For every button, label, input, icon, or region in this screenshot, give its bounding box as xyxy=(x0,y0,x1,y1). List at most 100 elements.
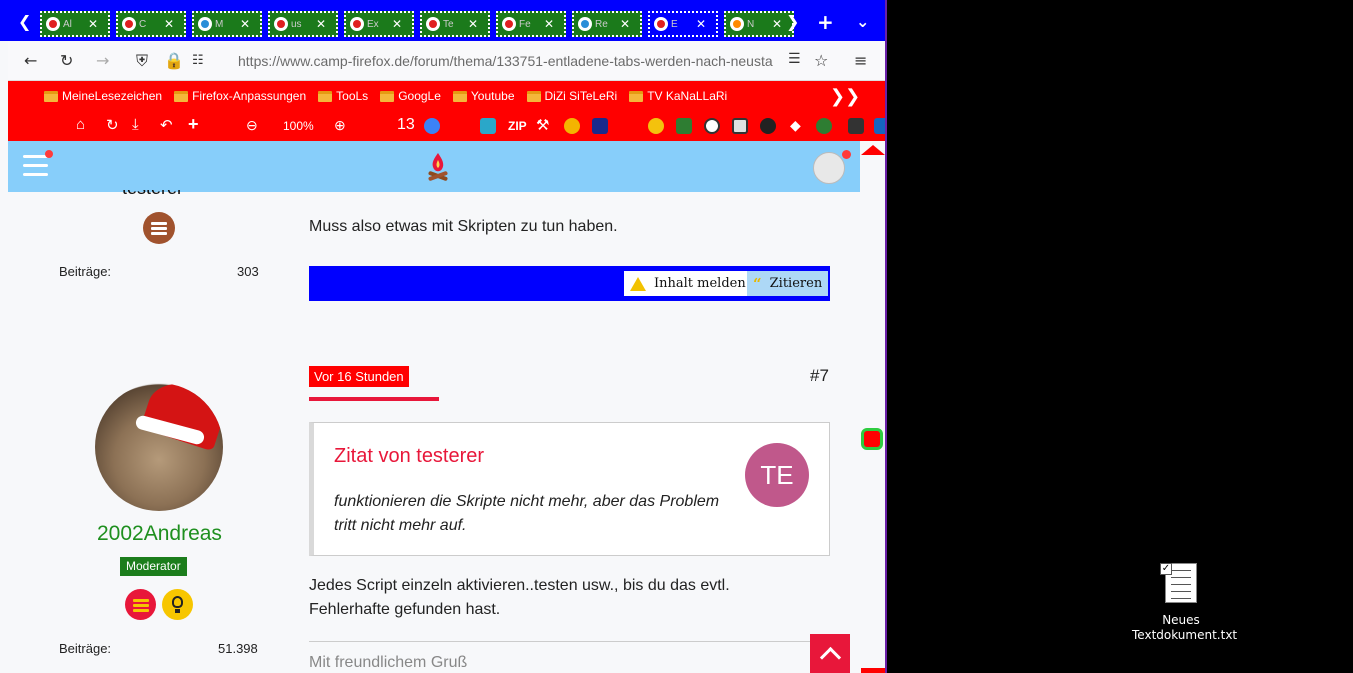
bookmark-folder[interactable]: TooLs xyxy=(318,89,368,103)
tab[interactable]: us ✕ xyxy=(268,11,338,37)
bookmark-folder[interactable]: TV KaNaLLaRi xyxy=(629,89,727,103)
user-avatar[interactable] xyxy=(813,152,845,184)
posts-label: Beiträge: xyxy=(59,641,112,656)
tab-title: Fe xyxy=(519,18,531,30)
badge-plus-icon[interactable] xyxy=(816,118,832,134)
scroll-up-icon[interactable] xyxy=(861,145,885,155)
bookmark-label: DiZi SiTeLeRi xyxy=(544,89,618,103)
tab-close-icon[interactable]: ✕ xyxy=(696,17,706,31)
page-icon xyxy=(426,17,440,31)
campfire-logo-icon[interactable] xyxy=(427,151,449,183)
list-all-tabs-icon[interactable]: ⌄ xyxy=(856,12,869,31)
tab-active[interactable]: E ✕ xyxy=(648,11,718,37)
lock-icon[interactable]: 🔒 xyxy=(164,51,184,70)
save-icon[interactable] xyxy=(732,118,748,134)
quoted-user-avatar[interactable]: TE xyxy=(745,443,809,507)
signature-text: Mit freundlichem Gruß xyxy=(309,654,468,671)
tab-close-icon[interactable]: ✕ xyxy=(164,17,174,31)
tab[interactable]: C ✕ xyxy=(116,11,186,37)
bookmark-folder[interactable]: DiZi SiTeLeRi xyxy=(526,89,618,103)
redo-icon[interactable]: ↻ xyxy=(106,116,119,134)
forward-icon[interactable]: → xyxy=(96,51,109,70)
tab-close-icon[interactable]: ✕ xyxy=(88,17,98,31)
author-avatar[interactable] xyxy=(95,383,223,511)
tab-close-icon[interactable]: ✕ xyxy=(772,17,782,31)
gem-icon[interactable] xyxy=(480,118,496,134)
tabs-scroll-left-icon[interactable]: ❮ xyxy=(18,12,31,31)
post-time-badge[interactable]: Vor 16 Stunden xyxy=(309,366,409,387)
url-field[interactable]: https://www.camp-firefox.de/forum/thema/… xyxy=(238,53,783,71)
undo-close-tab-icon[interactable]: ↶ xyxy=(160,116,173,134)
custom-toolbar: ⌂ ↻ ⤓ ↶ + ⊖ 100% ⊕ 13 ZIP ⚒ ◆ xyxy=(8,113,885,141)
tab[interactable]: Te ✕ xyxy=(420,11,490,37)
quote-label: Zitieren xyxy=(769,276,823,291)
post-number-link[interactable]: #7 xyxy=(810,366,829,386)
zip-icon[interactable]: ZIP xyxy=(508,119,527,133)
bookmark-folder[interactable]: Youtube xyxy=(452,89,515,103)
ball-icon[interactable] xyxy=(760,118,776,134)
shield-icon[interactable]: ⛨ xyxy=(136,51,148,71)
rank-badge-icon xyxy=(125,589,156,620)
tab[interactable]: Ex ✕ xyxy=(344,11,414,37)
zoom-in-icon[interactable]: ⊕ xyxy=(334,117,346,134)
settings-gear-icon[interactable] xyxy=(564,118,580,134)
emoji-icon[interactable] xyxy=(648,118,664,134)
tab-close-icon[interactable]: ✕ xyxy=(392,17,402,31)
bookmark-folder[interactable]: MeineLesezeichen xyxy=(44,89,162,103)
clock-icon[interactable] xyxy=(704,118,720,134)
bookmark-label: TV KaNaLLaRi xyxy=(647,89,728,103)
diamond-icon[interactable]: ◆ xyxy=(790,117,801,134)
reload-icon[interactable]: ↻ xyxy=(60,51,73,70)
home-icon[interactable]: ⌂ xyxy=(76,116,85,133)
tab[interactable]: Fe ✕ xyxy=(496,11,566,37)
download-icon[interactable]: ⤓ xyxy=(132,116,139,133)
tab-close-icon[interactable]: ✕ xyxy=(316,17,326,31)
permissions-icon[interactable]: ☷ xyxy=(192,53,204,68)
back-to-top-button[interactable] xyxy=(810,634,850,673)
flag-icon[interactable] xyxy=(592,118,608,134)
author-name-link[interactable]: 2002Andreas xyxy=(97,522,222,546)
hamburger-menu-icon[interactable] xyxy=(23,155,48,177)
zoom-level[interactable]: 100% xyxy=(283,119,314,133)
tab-close-icon[interactable]: ✕ xyxy=(544,17,554,31)
report-content-button[interactable]: Inhalt melden xyxy=(624,271,752,296)
bookmark-folder[interactable]: Firefox-Anpassungen xyxy=(174,89,306,103)
add-icon[interactable]: + xyxy=(188,114,199,135)
tools-icon[interactable]: ⚒ xyxy=(536,116,549,134)
bookmark-star-icon[interactable]: ☆ xyxy=(814,51,828,70)
tab-close-icon[interactable]: ✕ xyxy=(620,17,630,31)
selection-checkbox[interactable]: ✓ xyxy=(1160,563,1172,575)
back-icon[interactable]: ← xyxy=(24,51,37,70)
bookmark-label: Youtube xyxy=(470,89,515,103)
tab-close-icon[interactable]: ✕ xyxy=(468,17,478,31)
desktop-file-icon[interactable]: ✓ Neues Textdokument.txt xyxy=(1132,563,1237,643)
tab[interactable]: Al ✕ xyxy=(40,11,110,37)
reader-view-icon[interactable]: ☰ xyxy=(788,51,801,67)
bookmarks-overflow-icon[interactable]: ❯❯ xyxy=(830,86,860,107)
posts-label: Beiträge: xyxy=(59,264,112,279)
bookmark-folder[interactable]: GoogLe xyxy=(380,89,441,103)
bookmarks-toolbar: MeineLesezeichen Firefox-Anpassungen Too… xyxy=(8,81,885,113)
tab[interactable]: N ✕ xyxy=(724,11,794,37)
quote-block: Zitat von testerer funktionieren die Skr… xyxy=(309,422,830,556)
new-tab-icon[interactable]: + xyxy=(817,12,834,32)
side-button-icon[interactable] xyxy=(861,428,883,450)
tabs-scroll-right-icon[interactable]: ❯ xyxy=(786,12,799,31)
tab-title: Ex xyxy=(367,18,379,30)
notification-dot xyxy=(842,150,851,159)
zoom-out-icon[interactable]: ⊖ xyxy=(246,117,258,134)
quote-title-link[interactable]: Zitat von testerer xyxy=(334,445,484,468)
bookmark-green-icon[interactable] xyxy=(676,118,692,134)
menu-icon[interactable]: ≡ xyxy=(854,51,867,70)
tab-close-icon[interactable]: ✕ xyxy=(240,17,250,31)
tab[interactable]: Re ✕ xyxy=(572,11,642,37)
notifications-icon[interactable] xyxy=(848,118,864,134)
sync-icon[interactable] xyxy=(424,118,440,134)
extension-icon[interactable] xyxy=(874,118,885,134)
tab[interactable]: M ✕ xyxy=(192,11,262,37)
quote-button[interactable]: “ Zitieren xyxy=(747,271,829,296)
post-text: Muss also etwas mit Skripten zu tun habe… xyxy=(309,218,618,235)
globe-icon xyxy=(198,17,212,31)
scroll-down-icon[interactable] xyxy=(861,668,885,673)
folder-icon xyxy=(318,90,333,102)
